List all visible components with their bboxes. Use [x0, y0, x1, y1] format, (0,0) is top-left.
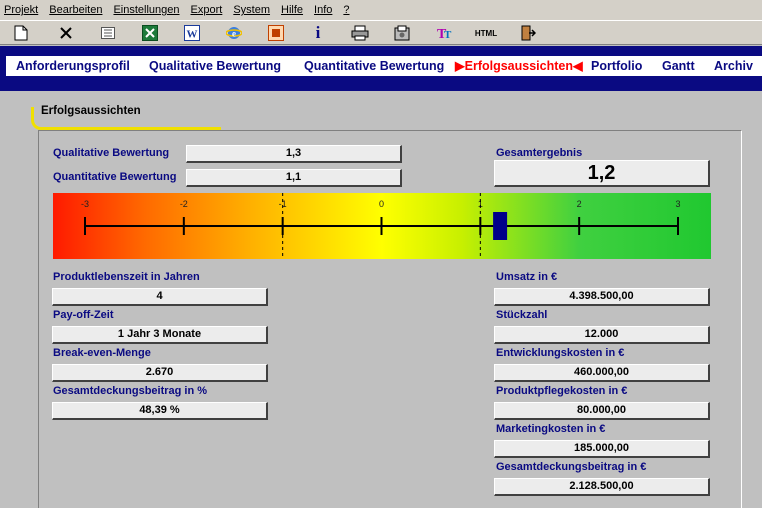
qualitative-bewertung-field: 1,3	[186, 145, 402, 163]
nav-erfolgsaussichten-label: Erfolgsaussichten	[464, 59, 573, 73]
umsatz-label: Umsatz in €	[496, 271, 558, 283]
svg-text:T: T	[444, 29, 452, 41]
list-icon[interactable]	[97, 23, 119, 43]
scale-tick-label: 2	[577, 199, 582, 209]
stueckzahl-label: Stückzahl	[496, 309, 548, 321]
menu-system[interactable]: System	[233, 4, 270, 16]
menu-info[interactable]: Info	[314, 4, 332, 16]
nav-archiv[interactable]: Archiv	[714, 56, 753, 76]
scale-tick-label: -2	[180, 199, 188, 209]
tab-title: Erfolgsaussichten	[41, 105, 141, 117]
navigation-bar: Anforderungsprofil Qualitative Bewertung…	[0, 46, 762, 91]
menu-einstellungen[interactable]: Einstellungen	[113, 4, 179, 16]
svg-text:W: W	[187, 29, 198, 41]
qualitative-bewertung-label: Qualitative Bewertung	[53, 147, 170, 159]
active-right-arrow-icon: ◀	[573, 59, 583, 73]
menu-bar: Projekt Bearbeiten Einstellungen Export …	[0, 0, 762, 20]
gesamtergebnis-label: Gesamtergebnis	[496, 147, 583, 159]
scale-tick-label: 0	[379, 199, 384, 209]
break-even-menge-label: Break-even-Menge	[53, 347, 151, 359]
excel-icon[interactable]	[139, 23, 161, 43]
umsatz-field: 4.398.500,00	[494, 288, 710, 306]
gesamtdeckungsbeitrag-euro-label: Gesamtdeckungsbeitrag in €	[496, 461, 647, 473]
produktlebenszeit-label: Produktlebenszeit in Jahren	[53, 271, 200, 283]
produktpflegekosten-field: 80.000,00	[494, 402, 710, 420]
marketingkosten-field: 185.000,00	[494, 440, 710, 458]
font-icon[interactable]: TT	[433, 23, 455, 43]
nav-erfolgsaussichten[interactable]: ▶Erfolgsaussichten◀	[455, 56, 583, 76]
nav-qualitative-bewertung[interactable]: Qualitative Bewertung	[149, 56, 281, 76]
success-scale: -3 -2 -1 0 1 2 3	[53, 193, 711, 259]
scale-result-marker	[493, 212, 508, 240]
delete-icon[interactable]	[55, 23, 77, 43]
scale-tick-label: 3	[675, 199, 680, 209]
pay-off-zeit-field: 1 Jahr 3 Monate	[52, 326, 268, 344]
svg-text:e: e	[232, 29, 236, 39]
menu-help[interactable]: ?	[343, 4, 349, 16]
nav-portfolio[interactable]: Portfolio	[591, 56, 642, 76]
powerpoint-icon[interactable]	[265, 23, 287, 43]
word-icon[interactable]: W	[181, 23, 203, 43]
nav-anforderungsprofil[interactable]: Anforderungsprofil	[16, 56, 130, 76]
menu-bearbeiten[interactable]: Bearbeiten	[49, 4, 102, 16]
menu-export[interactable]: Export	[191, 4, 223, 16]
success-scale-graphic: -3 -2 -1 0 1 2 3	[81, 193, 681, 259]
nav-quantitative-bewertung[interactable]: Quantitative Bewertung	[304, 56, 444, 76]
toolbar: W e i TT HTML	[0, 20, 762, 45]
new-icon[interactable]	[10, 23, 32, 43]
stueckzahl-field: 12.000	[494, 326, 710, 344]
gesamtdeckungsbeitrag-euro-field: 2.128.500,00	[494, 478, 710, 496]
gesamtdeckungsbeitrag-prozent-field: 48,39 %	[52, 402, 268, 420]
gesamtergebnis-field: 1,2	[494, 160, 710, 187]
html-icon[interactable]: HTML	[472, 23, 500, 43]
produktpflegekosten-label: Produktpflegekosten in €	[496, 385, 628, 397]
nav-gantt[interactable]: Gantt	[662, 56, 695, 76]
marketingkosten-label: Marketingkosten in €	[496, 423, 606, 435]
entwicklungskosten-field: 460.000,00	[494, 364, 710, 382]
pay-off-zeit-label: Pay-off-Zeit	[53, 309, 114, 321]
active-left-arrow-icon: ▶	[455, 59, 465, 73]
menu-hilfe[interactable]: Hilfe	[281, 4, 303, 16]
break-even-menge-field: 2.670	[52, 364, 268, 382]
produktlebenszeit-field: 4	[52, 288, 268, 306]
quantitative-bewertung-label: Quantitative Bewertung	[53, 171, 177, 183]
scale-tick-label: -3	[81, 199, 89, 209]
internet-explorer-icon[interactable]: e	[223, 23, 245, 43]
html-label: HTML	[474, 28, 498, 38]
info-icon[interactable]: i	[307, 23, 329, 43]
print-icon[interactable]	[349, 23, 371, 43]
settings-icon[interactable]	[391, 23, 413, 43]
navigation-strip: Anforderungsprofil Qualitative Bewertung…	[6, 56, 762, 76]
quantitative-bewertung-field: 1,1	[186, 169, 402, 187]
exit-icon[interactable]	[517, 23, 539, 43]
entwicklungskosten-label: Entwicklungskosten in €	[496, 347, 625, 359]
gesamtdeckungsbeitrag-prozent-label: Gesamtdeckungsbeitrag in %	[53, 385, 208, 397]
info-glyph: i	[315, 23, 321, 42]
menu-projekt[interactable]: Projekt	[4, 4, 38, 16]
